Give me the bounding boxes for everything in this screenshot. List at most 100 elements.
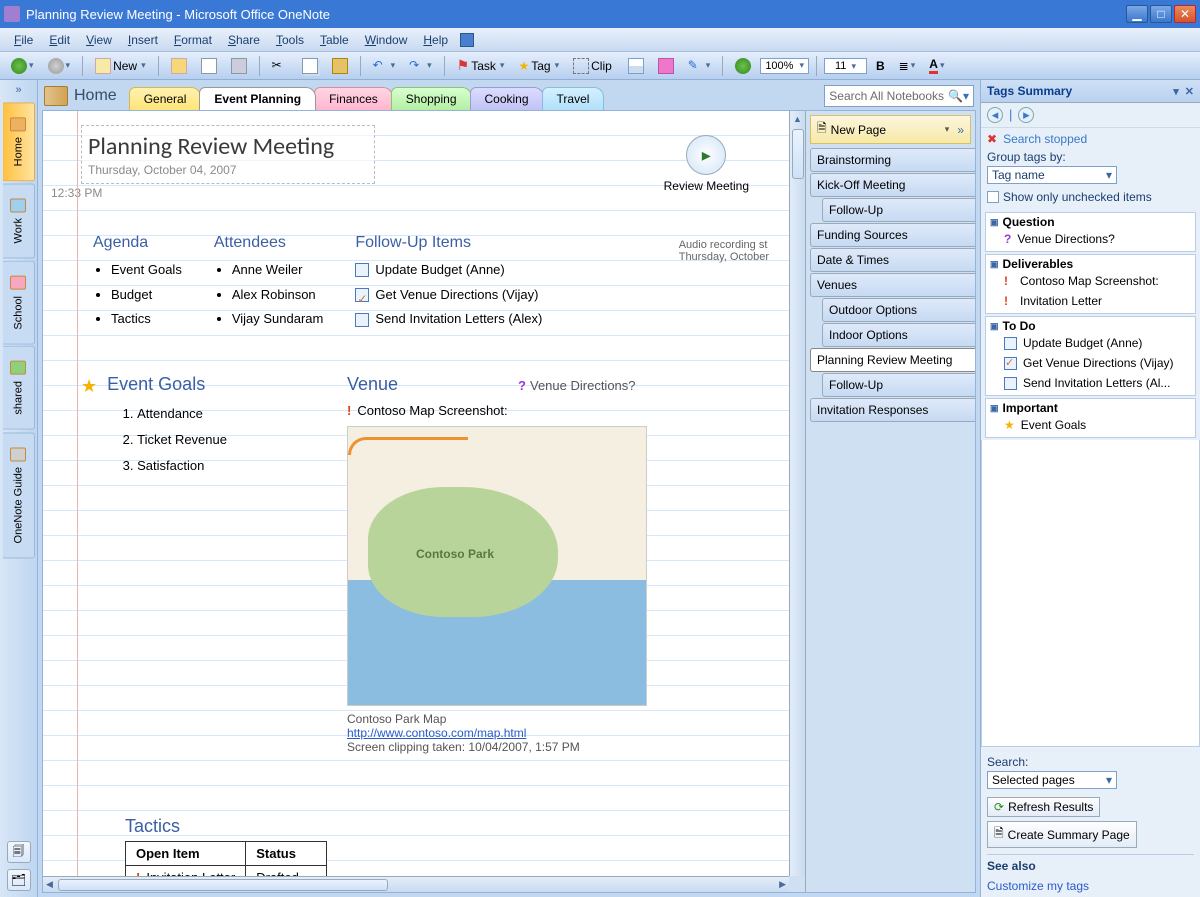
notebook-tab-guide[interactable]: OneNote Guide bbox=[3, 432, 35, 558]
tag-item[interactable]: ?Venue Directions? bbox=[990, 229, 1191, 249]
section-tab-shopping[interactable]: Shopping bbox=[391, 87, 472, 110]
redo-button[interactable]: ↷▾ bbox=[404, 55, 437, 77]
tag-button[interactable]: ★Tag▾ bbox=[513, 55, 564, 77]
page-tab[interactable]: Outdoor Options bbox=[822, 298, 975, 322]
notebook-tab-school[interactable]: School bbox=[3, 261, 35, 345]
menu-window[interactable]: Window bbox=[357, 31, 416, 49]
checkbox-icon[interactable] bbox=[1004, 377, 1017, 390]
section-tab-event-planning[interactable]: Event Planning bbox=[199, 87, 316, 110]
page-canvas[interactable]: Planning Review Meeting Thursday, Octobe… bbox=[43, 111, 789, 876]
tag-item[interactable]: !Invitation Letter bbox=[990, 291, 1191, 311]
checkbox-checked-icon[interactable] bbox=[1004, 357, 1017, 370]
cut-icon[interactable]: ✂ bbox=[267, 55, 293, 77]
all-notebooks-icon[interactable]: 🗂 bbox=[7, 869, 31, 891]
followup-block[interactable]: Follow-Up Items Update Budget (Anne) Get… bbox=[355, 234, 542, 332]
tag-group-header[interactable]: ▣ Important bbox=[990, 401, 1191, 415]
refresh-results-button[interactable]: ⟳Refresh Results bbox=[987, 797, 1100, 817]
page-tab[interactable]: Planning Review Meeting bbox=[810, 348, 975, 372]
copy-icon[interactable] bbox=[297, 55, 323, 77]
pen-icon[interactable]: ✎▾ bbox=[683, 55, 716, 77]
page-tab[interactable]: Date & Times bbox=[810, 248, 975, 272]
help-popout-icon[interactable] bbox=[460, 33, 474, 47]
menu-insert[interactable]: Insert bbox=[120, 31, 166, 49]
page-tab[interactable]: Follow-Up bbox=[822, 198, 975, 222]
open-icon[interactable] bbox=[166, 55, 192, 77]
font-size-combo[interactable]: 11 ▾ bbox=[824, 58, 867, 74]
customize-tags-link[interactable]: Customize my tags bbox=[987, 879, 1194, 893]
section-tab-cooking[interactable]: Cooking bbox=[470, 87, 544, 110]
page-tab[interactable]: Venues bbox=[810, 273, 975, 297]
mail-icon[interactable] bbox=[196, 55, 222, 77]
tag-item[interactable]: Get Venue Directions (Vijay) bbox=[990, 353, 1191, 373]
venue-block[interactable]: Venue ?Venue Directions? !Contoso Map Sc… bbox=[347, 374, 647, 754]
page-title[interactable]: Planning Review Meeting bbox=[88, 132, 334, 161]
page-tab[interactable]: Brainstorming bbox=[810, 148, 975, 172]
menu-edit[interactable]: Edit bbox=[41, 31, 78, 49]
paste-icon[interactable] bbox=[327, 55, 353, 77]
tag2-icon[interactable] bbox=[653, 55, 679, 77]
notebook-tab-shared[interactable]: shared bbox=[3, 346, 35, 430]
audio-attachment[interactable]: ▸ Review Meeting bbox=[664, 135, 749, 193]
zoom-combo[interactable]: 100%▾ bbox=[760, 58, 809, 74]
panel-close-icon[interactable]: ✕ bbox=[1185, 85, 1194, 98]
menu-format[interactable]: Format bbox=[166, 31, 220, 49]
tag-group-header[interactable]: ▣ To Do bbox=[990, 319, 1191, 333]
attendees-block[interactable]: Attendees Anne Weiler Alex Robinson Vija… bbox=[214, 234, 324, 332]
checkbox-icon[interactable] bbox=[355, 263, 369, 277]
font-color-button[interactable]: A▾ bbox=[924, 55, 949, 77]
menu-tools[interactable]: Tools bbox=[268, 31, 312, 49]
table-icon[interactable] bbox=[623, 55, 649, 77]
section-tab-finances[interactable]: Finances bbox=[314, 87, 393, 110]
unfiled-notes-icon[interactable]: 🗐 bbox=[7, 841, 31, 863]
bold-button[interactable]: B bbox=[871, 55, 890, 77]
panel-nav[interactable]: ◂ | ▸ bbox=[981, 103, 1200, 128]
page-tab[interactable]: Indoor Options bbox=[822, 323, 975, 347]
checkbox-checked-icon[interactable] bbox=[355, 288, 369, 302]
maximize-button[interactable]: □ bbox=[1150, 5, 1172, 23]
tag-item[interactable]: Update Budget (Anne) bbox=[990, 333, 1191, 353]
tag-item[interactable]: !Contoso Map Screenshot: bbox=[990, 271, 1191, 291]
menu-file[interactable]: File bbox=[6, 31, 41, 49]
checkbox-icon[interactable] bbox=[1004, 337, 1017, 350]
section-tab-travel[interactable]: Travel bbox=[542, 87, 605, 110]
tag-item[interactable]: ★Event Goals bbox=[990, 415, 1191, 435]
group-by-select[interactable]: Tag name▾ bbox=[987, 166, 1117, 184]
close-button[interactable]: ✕ bbox=[1174, 5, 1196, 23]
clip-button[interactable]: Clip bbox=[568, 55, 619, 77]
nav-fwd-icon[interactable]: ▸ bbox=[1018, 107, 1034, 123]
menu-table[interactable]: Table bbox=[312, 31, 357, 49]
goals-block[interactable]: Event Goals Attendance Ticket Revenue Sa… bbox=[107, 374, 227, 754]
search-input[interactable]: Search All Notebooks🔍▾ bbox=[824, 85, 974, 107]
undo-button[interactable]: ↶▾ bbox=[368, 55, 401, 77]
create-summary-button[interactable]: 🗎Create Summary Page bbox=[987, 821, 1137, 848]
print-icon[interactable] bbox=[226, 55, 252, 77]
task-button[interactable]: ⚑Task▾ bbox=[452, 55, 510, 77]
minimize-button[interactable]: ▁ bbox=[1126, 5, 1148, 23]
page-tab[interactable]: Invitation Responses bbox=[810, 398, 975, 422]
panel-header[interactable]: Tags Summary ▾✕ bbox=[981, 80, 1200, 103]
nav-back-icon[interactable]: ◂ bbox=[987, 107, 1003, 123]
tag-group-header[interactable]: ▣ Question bbox=[990, 215, 1191, 229]
tag-group-header[interactable]: ▣ Deliverables bbox=[990, 257, 1191, 271]
page-tab[interactable]: Follow-Up bbox=[822, 373, 975, 397]
section-tab-general[interactable]: General bbox=[129, 87, 202, 110]
panel-menu-icon[interactable]: ▾ bbox=[1173, 85, 1179, 98]
play-icon[interactable]: ▸ bbox=[686, 135, 726, 175]
bullets-button[interactable]: ≣▾ bbox=[894, 55, 921, 77]
map-link[interactable]: http://www.contoso.com/map.html bbox=[347, 726, 526, 740]
notebook-tab-work[interactable]: Work bbox=[3, 183, 35, 258]
new-button[interactable]: New▾ bbox=[90, 55, 151, 77]
agenda-block[interactable]: Agenda Event Goals Budget Tactics bbox=[93, 234, 182, 332]
page-title-block[interactable]: Planning Review Meeting Thursday, Octobe… bbox=[81, 125, 375, 184]
vertical-scrollbar[interactable]: ▲▼ bbox=[789, 111, 805, 892]
page-tab[interactable]: Funding Sources bbox=[810, 223, 975, 247]
menu-help[interactable]: Help bbox=[415, 31, 456, 49]
checkbox-icon[interactable] bbox=[355, 313, 369, 327]
back-button[interactable]: ▾ bbox=[6, 55, 39, 77]
horizontal-scrollbar[interactable]: ◀▶ bbox=[43, 876, 789, 892]
notebook-tab-home[interactable]: Home bbox=[3, 102, 35, 181]
show-unchecked-checkbox[interactable]: Show only unchecked items bbox=[987, 190, 1194, 204]
menu-share[interactable]: Share bbox=[220, 31, 268, 49]
tag-item[interactable]: Send Invitation Letters (Al... bbox=[990, 373, 1191, 393]
search-scope-select[interactable]: Selected pages▾ bbox=[987, 771, 1117, 789]
